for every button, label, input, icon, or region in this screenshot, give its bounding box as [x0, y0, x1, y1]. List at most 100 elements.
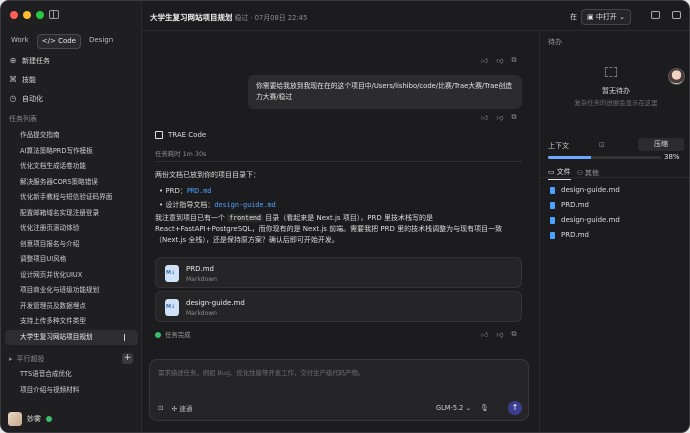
task-item[interactable]: 创意项目报名与介绍 [1, 237, 142, 253]
thumb-down-icon[interactable]: 👎︎ [496, 330, 503, 339]
markdown-file-icon [165, 299, 179, 316]
file-list-item[interactable]: PRD.md [550, 231, 589, 239]
sidebar-toggle-icon[interactable] [49, 10, 59, 19]
thumb-up-icon[interactable]: 👍︎ [481, 113, 488, 122]
task-item[interactable]: 支持上传多种文件类型 [1, 314, 142, 330]
mode-design[interactable]: Design [85, 34, 117, 49]
task-item[interactable]: 配置邮箱域名实现注册登录 [1, 206, 142, 222]
para-text: 我注意到项目已有一个 [155, 214, 225, 222]
compress-button[interactable]: 压缩 [638, 138, 684, 151]
tab-files[interactable]: ▭ 文件 [548, 167, 571, 180]
nav-label: 技能 [22, 76, 36, 84]
file-icon [550, 231, 555, 239]
list-icon[interactable] [124, 333, 132, 341]
bullet-label: 设计指导文档： [165, 201, 215, 209]
model-name: GLM-5.2 [436, 404, 464, 412]
task-item[interactable]: 开发管理员及数据埋点 [1, 299, 142, 315]
subtitle-text: 稳过 · 07月08日 22:45 [234, 14, 308, 22]
file-list-item[interactable]: PRD.md [550, 201, 589, 209]
task-list: 作品提交指南 AI算法策略PRD写作模板 优化文档生成话卷功能 解决服务器COR… [1, 128, 142, 345]
file-list-item[interactable]: design-guide.md [550, 186, 620, 194]
new-task-icon: ⊕ [9, 56, 17, 65]
tab-label: 其他 [584, 168, 599, 177]
file-list-item[interactable]: design-guide.md [550, 216, 620, 224]
bullet-prd: • PRD：PRD.md [159, 187, 212, 195]
task-item-active[interactable]: 大学生复习网站项目规划 [5, 329, 138, 345]
parallel-section-title[interactable]: ▸ 平行超投 [9, 354, 45, 364]
nav-new-task[interactable]: ⊕ 新建任务 [9, 56, 50, 66]
status-badge [46, 416, 52, 422]
task-item[interactable]: 优化新手教程与短信验证码界面 [1, 190, 142, 206]
task-item[interactable]: 项目商业化与班级功能规划 [1, 283, 142, 299]
composer-placeholder[interactable]: 需求描述任务，例如 Bug、优化性能等开发工作，交付生产级代码产物。 [158, 368, 364, 377]
task-item[interactable]: AI算法策略PRD写作模板 [1, 144, 142, 160]
user-message-actions: 👍︎ 👎︎ ⧉ [481, 113, 516, 122]
file-list-name: design-guide.md [561, 186, 620, 194]
task-item[interactable]: 调整项目UI风格 [1, 252, 142, 268]
parallel-task-item[interactable]: TTS语音合成优化 [1, 367, 142, 383]
mode-label: 速通 [179, 405, 193, 413]
file-card[interactable]: PRD.md Markdown [155, 257, 522, 288]
mode-selector[interactable]: ✣ 速通 [172, 403, 193, 413]
thumb-down-icon[interactable]: 👎︎ [496, 113, 503, 122]
page-subtitle: ▭ 稳过 · 07月08日 22:45 [226, 14, 308, 22]
todo-empty-title: 暂无待办 [602, 87, 630, 95]
add-parallel-button[interactable]: + [122, 353, 133, 364]
thumb-up-icon[interactable]: 👍︎ [481, 330, 488, 339]
top-bar: 大学生复习网站项目规划 ▭ 稳过 · 07月08日 22:45 在 ▣ 中打开 … [142, 1, 689, 31]
task-item[interactable]: 优化注册页滚动体验 [1, 221, 142, 237]
mode-work[interactable]: Work [7, 34, 33, 49]
thumb-down-icon[interactable]: 👎︎ [496, 56, 503, 65]
maximize-window-button[interactable] [36, 11, 44, 19]
nav-automation[interactable]: ◷ 自动化 [9, 94, 44, 104]
message-composer[interactable]: 需求描述任务，例如 Bug、优化性能等开发工作，交付生产级代码产物。 ⊡ ✣ 速… [149, 359, 529, 421]
divider [155, 161, 522, 162]
mode-code[interactable]: </> Code [36, 34, 81, 49]
panel-toggle-icon[interactable] [672, 11, 681, 19]
task-item[interactable]: 优化文档生成话卷功能 [1, 159, 142, 175]
task-item[interactable]: 解决服务器CORS策略错误 [1, 175, 142, 191]
context-progress-fill [548, 156, 591, 159]
file-icon [550, 216, 555, 224]
markdown-file-icon [165, 265, 179, 282]
copy-icon[interactable]: ⧉ [511, 330, 516, 339]
context-label: 上下文 [548, 142, 569, 150]
copy-icon[interactable]: ⧉ [511, 56, 516, 65]
context-percent: 38% [664, 153, 680, 161]
context-info-icon[interactable]: ⊡ [599, 141, 605, 149]
minimize-window-button[interactable] [23, 11, 31, 19]
task-item[interactable]: 作品提交指南 [1, 128, 142, 144]
thumb-up-icon[interactable]: 👍︎ [481, 56, 488, 65]
attach-icon[interactable]: ⊡ [158, 404, 164, 412]
microphone-icon[interactable]: 🎙︎ [480, 404, 489, 412]
task-done-status: 任务完成 [155, 330, 191, 339]
file-type: Markdown [186, 276, 217, 283]
file-link[interactable]: design-guide.md [214, 201, 275, 209]
file-list-name: PRD.md [561, 231, 589, 239]
skills-icon: ⌘ [9, 75, 17, 84]
nav-skills[interactable]: ⌘ 技能 [9, 75, 36, 85]
parallel-task-item[interactable]: 项目介绍与视频材料 [1, 383, 142, 399]
open-in-prefix: 在 [570, 13, 577, 21]
file-name: design-guide.md [186, 299, 245, 307]
bullet-label: PRD： [165, 187, 187, 195]
open-in-button[interactable]: ▣ 中打开 ⌄ [581, 9, 631, 25]
open-in-label: 中打开 [595, 13, 617, 21]
file-type: Markdown [186, 310, 217, 317]
file-card[interactable]: design-guide.md Markdown [155, 291, 522, 322]
done-label: 任务完成 [165, 331, 191, 339]
send-button[interactable]: ↑ [508, 401, 522, 415]
open-in-group: 在 ▣ 中打开 ⌄ [570, 9, 631, 25]
agent-header: TRAE Code [155, 131, 206, 139]
tab-other[interactable]: ⚇ 其他 [577, 167, 599, 180]
assistant-avatar[interactable] [668, 68, 685, 85]
terminal-icon[interactable] [651, 11, 660, 19]
file-link[interactable]: PRD.md [187, 187, 212, 195]
model-selector[interactable]: GLM-5.2 ⌄ [436, 404, 471, 412]
close-window-button[interactable] [10, 11, 18, 19]
empty-todo-icon [605, 67, 617, 77]
user-profile[interactable]: 妙雾 [8, 412, 52, 426]
task-item[interactable]: 设计网页并优化UIUX [1, 268, 142, 284]
trae-logo-icon [155, 131, 163, 139]
copy-icon[interactable]: ⧉ [511, 113, 516, 122]
